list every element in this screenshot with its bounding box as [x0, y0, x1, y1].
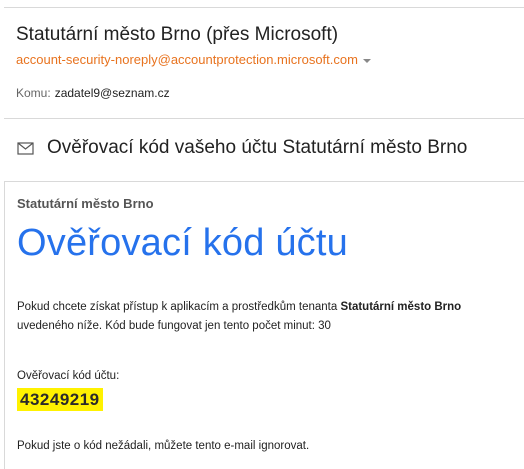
paragraph-line-2: uvedeného níže. Kód bude fungovat jen te…	[17, 320, 331, 332]
paragraph-line-1: Pokud chcete získat přístup k aplikacím …	[17, 298, 524, 317]
verification-code[interactable]: 43249219	[17, 388, 103, 411]
body-title: Ověřovací kód účtu	[17, 222, 348, 264]
code-label: Ověřovací kód účtu:	[17, 370, 120, 382]
subject-row: Ověřovací kód vašeho účtu Statutární měs…	[17, 137, 467, 159]
envelope-icon	[17, 139, 34, 157]
sender-email[interactable]: account-security-noreply@accountprotecti…	[16, 52, 358, 67]
to-value[interactable]: zadatel9@seznam.cz	[55, 86, 170, 100]
ignore-notice: Pokud jste o kód nežádali, můžete tento …	[17, 440, 310, 452]
email-view: Statutární město Brno (přes Microsoft) a…	[0, 0, 524, 469]
header-divider	[4, 118, 524, 119]
organization-name: Statutární město Brno	[17, 196, 154, 211]
body-paragraph: Pokud chcete získat přístup k aplikacím …	[17, 298, 524, 336]
recipient-row: Komu: zadatel9@seznam.cz	[16, 86, 170, 100]
top-divider	[4, 7, 524, 8]
sender-display-name: Statutární město Brno (přes Microsoft)	[16, 24, 339, 45]
email-subject: Ověřovací kód vašeho účtu Statutární měs…	[47, 137, 468, 158]
paragraph-line-1-text: Pokud chcete získat přístup k aplikacím …	[17, 301, 341, 313]
tenant-name: Statutární město Brno	[340, 301, 462, 313]
chevron-down-icon[interactable]	[362, 58, 371, 63]
message-body: Statutární město Brno Ověřovací kód účtu…	[4, 181, 524, 469]
to-label: Komu:	[16, 86, 51, 100]
sender-email-row[interactable]: account-security-noreply@accountprotecti…	[16, 52, 371, 67]
